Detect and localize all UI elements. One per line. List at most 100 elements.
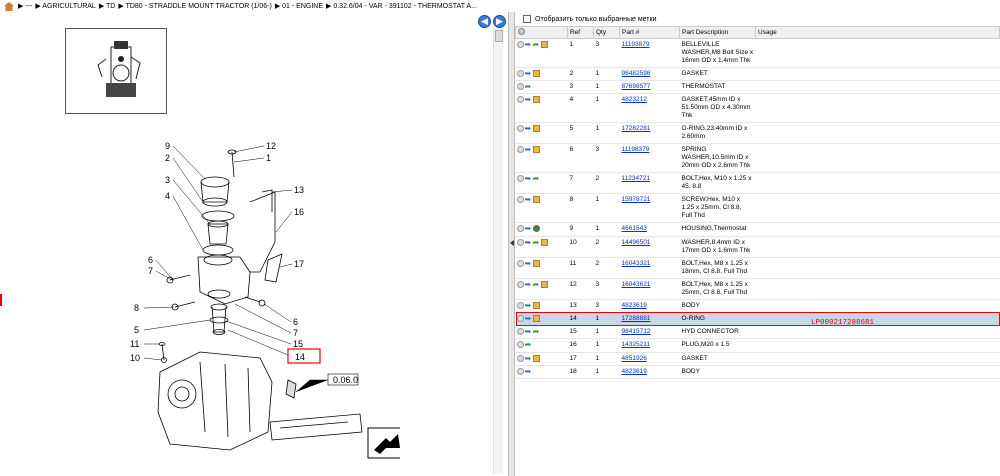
package-icon[interactable] bbox=[532, 259, 540, 267]
part-number-link[interactable]: 11193879 bbox=[622, 41, 650, 48]
show-selected-checkbox[interactable] bbox=[523, 15, 531, 23]
forward-arrow-icon[interactable]: ▶ bbox=[493, 15, 506, 28]
scrollbar-thumb[interactable] bbox=[495, 30, 503, 42]
cell-part[interactable]: 4823619 bbox=[619, 365, 680, 379]
part-number-link[interactable]: 11234721 bbox=[622, 175, 650, 182]
column-header-qty[interactable]: Qty bbox=[593, 26, 620, 39]
info-arrow-icon[interactable]: ➥ bbox=[525, 175, 532, 183]
table-row[interactable]: ➥ 17 1 4851926 GASKET bbox=[515, 352, 1000, 366]
select-circle-icon[interactable] bbox=[516, 367, 524, 375]
select-circle-icon[interactable] bbox=[516, 70, 524, 77]
table-row[interactable]: ➥ 2 1 98482598 GASKET bbox=[515, 67, 1000, 82]
part-number-link[interactable]: 16043321 bbox=[622, 260, 651, 267]
info-arrow-icon[interactable]: ➥ bbox=[525, 354, 532, 362]
package-icon[interactable] bbox=[532, 314, 540, 322]
table-row[interactable]: ➥ 14 1 17288881 O-RING bbox=[515, 312, 1000, 327]
info-arrow-icon[interactable]: ➥ bbox=[525, 41, 532, 49]
part-number-link[interactable]: 16043621 bbox=[622, 281, 651, 288]
cell-part[interactable]: 16043321 bbox=[619, 257, 680, 279]
diagram-thumbnail[interactable] bbox=[65, 28, 167, 114]
breadcrumb-item[interactable]: ▶ TD bbox=[99, 2, 116, 10]
replacement-arrow-icon[interactable]: ➦ bbox=[533, 238, 540, 246]
home-icon[interactable] bbox=[4, 1, 14, 11]
select-circle-icon[interactable] bbox=[516, 196, 524, 204]
package-icon[interactable] bbox=[540, 280, 548, 288]
info-arrow-icon[interactable]: ➥ bbox=[525, 259, 532, 267]
column-header-part[interactable]: Part # bbox=[619, 26, 680, 39]
info-arrow-icon[interactable]: ➥ bbox=[525, 125, 532, 133]
part-number-link[interactable]: 87698577 bbox=[622, 83, 651, 90]
select-circle-icon[interactable] bbox=[516, 341, 524, 349]
part-number-link[interactable]: 14325211 bbox=[622, 341, 650, 348]
info-arrow-icon[interactable]: ➥ bbox=[525, 70, 532, 78]
package-icon[interactable] bbox=[540, 238, 548, 246]
breadcrumb-item[interactable]: ▶ TD80 - STRADDLE MOUNT TRACTOR (1/06-) bbox=[118, 2, 271, 10]
replacement-arrow-icon[interactable]: ➦ bbox=[533, 41, 540, 49]
cell-part[interactable]: 11193879 bbox=[619, 38, 680, 68]
cell-part[interactable]: 4851926 bbox=[619, 352, 680, 366]
info-arrow-icon[interactable]: ➥ bbox=[525, 238, 532, 246]
info-arrow-icon[interactable]: ➥ bbox=[525, 280, 532, 288]
cell-part[interactable]: 17288881 bbox=[619, 312, 680, 327]
info-arrow-icon[interactable]: ➥ bbox=[525, 196, 532, 204]
cell-part[interactable]: 4661543 bbox=[619, 222, 680, 237]
part-number-link[interactable]: 98482598 bbox=[622, 70, 651, 77]
part-number-link[interactable]: 4851926 bbox=[622, 355, 647, 362]
part-number-link[interactable]: 4823212 bbox=[622, 96, 647, 103]
replacement-arrow-icon[interactable]: ➦ bbox=[533, 175, 540, 183]
select-circle-icon[interactable] bbox=[516, 96, 524, 104]
part-number-link[interactable]: 15978721 bbox=[622, 196, 651, 203]
column-header-usage[interactable]: Usage bbox=[755, 26, 1000, 39]
package-icon[interactable] bbox=[532, 146, 540, 154]
table-row[interactable]: ➥ 5 1 17282281 O-RING,23.40mm ID x 2.60mm bbox=[515, 122, 1000, 145]
part-number-link[interactable]: 4661543 bbox=[622, 225, 647, 232]
cell-part[interactable]: 14496501 bbox=[619, 236, 680, 258]
select-circle-icon[interactable] bbox=[516, 146, 524, 154]
replacement-arrow-icon[interactable]: ➦ bbox=[525, 83, 532, 91]
cell-part[interactable]: 17282281 bbox=[619, 122, 680, 145]
column-header-ref[interactable]: Ref bbox=[567, 26, 594, 39]
vertical-scrollbar[interactable] bbox=[493, 28, 503, 474]
replacement-arrow-icon[interactable]: ➦ bbox=[533, 328, 540, 336]
breadcrumb-item[interactable]: ▶ 0.32.6/04 - VAR - 391102 - THERMOSTAT … bbox=[326, 2, 477, 10]
select-circle-icon[interactable] bbox=[516, 280, 524, 288]
package-icon[interactable] bbox=[540, 41, 548, 48]
breadcrumb-item[interactable]: ▶ AGRICULTURAL bbox=[35, 2, 96, 10]
select-circle-icon[interactable] bbox=[516, 41, 524, 48]
part-number-link[interactable]: 4823619 bbox=[622, 302, 647, 309]
select-circle-icon[interactable] bbox=[516, 328, 524, 336]
info-arrow-icon[interactable]: ➥ bbox=[525, 301, 532, 309]
select-circle-icon[interactable] bbox=[516, 175, 524, 183]
part-number-link[interactable]: 17282281 bbox=[622, 125, 651, 132]
package-icon[interactable] bbox=[532, 96, 540, 104]
table-row[interactable]: ➥➦ 10 2 14496501 WASHER,8.4mm ID x 17mm OD x… bbox=[515, 236, 1000, 258]
cell-part[interactable]: 15978721 bbox=[619, 193, 680, 224]
replacement-arrow-icon[interactable]: ➦ bbox=[533, 280, 540, 288]
table-row[interactable]: ➦ 16 1 14325211 PLUG,M20 x 1.5 bbox=[515, 338, 1000, 353]
cell-part[interactable]: 14325211 bbox=[619, 338, 680, 353]
breadcrumb-item[interactable]: ▶ 01 - ENGINE bbox=[275, 2, 323, 10]
select-circle-icon[interactable] bbox=[516, 225, 524, 233]
column-header-description[interactable]: Part Description bbox=[679, 26, 756, 39]
table-row[interactable]: ➥ 11 2 16043321 BOLT,Hex, M8 x 1.25 x 18mm, … bbox=[515, 257, 1000, 279]
table-row[interactable]: ➥➦ 7 2 11234721 BOLT,Hex, M10 x 1.25 x 45, 8… bbox=[515, 172, 1000, 195]
cell-part[interactable]: 11234721 bbox=[619, 172, 680, 195]
select-circle-icon[interactable] bbox=[516, 354, 524, 362]
part-number-link[interactable]: 17288881 bbox=[622, 315, 651, 322]
table-row[interactable]: ➥➦ 1 3 11193879 BELLEVILLE WASHER,M8 Bolt Si… bbox=[515, 38, 1000, 68]
part-number-link[interactable]: 14496501 bbox=[622, 239, 651, 246]
table-row[interactable]: ➥ 18 1 4823619 BODY bbox=[515, 365, 1000, 379]
cell-part[interactable]: 4823212 bbox=[619, 93, 680, 124]
select-circle-icon[interactable] bbox=[516, 314, 524, 322]
back-arrow-icon[interactable]: ◀ bbox=[478, 15, 491, 28]
select-circle-icon[interactable] bbox=[516, 301, 524, 309]
cell-part[interactable]: 16043621 bbox=[619, 278, 680, 300]
cell-part[interactable]: 98482598 bbox=[619, 67, 680, 82]
cell-part[interactable]: 87698577 bbox=[619, 80, 680, 95]
cell-part[interactable]: 11198379 bbox=[619, 143, 680, 174]
cell-part[interactable]: 4823619 bbox=[619, 299, 680, 313]
select-circle-icon[interactable] bbox=[516, 83, 524, 91]
package-icon[interactable] bbox=[532, 196, 540, 204]
table-row[interactable]: ➥ 8 1 15978721 SCREW,Hex, M10 x 1.25 x 25mm,… bbox=[515, 193, 1000, 224]
table-row[interactable]: ➦ 3 1 87698577 THERMOSTAT bbox=[515, 80, 1000, 95]
